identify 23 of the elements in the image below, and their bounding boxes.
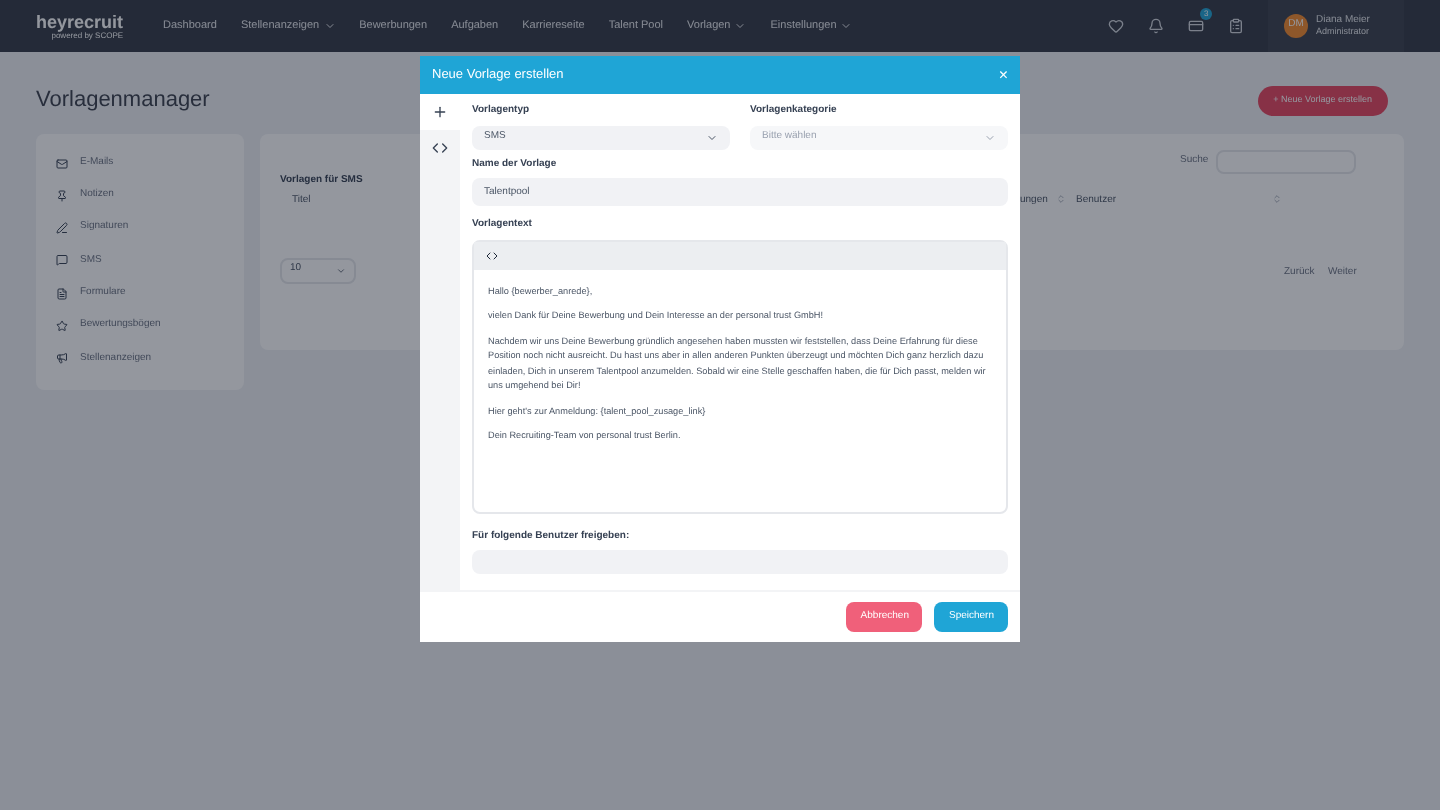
clipboard-icon[interactable] — [1228, 18, 1244, 34]
heart-icon[interactable] — [1108, 18, 1124, 34]
form-icon — [56, 287, 68, 300]
logo[interactable]: heyrecruit — [36, 13, 124, 31]
code-icon[interactable] — [432, 140, 448, 156]
chevron-icon — [984, 131, 996, 143]
sign-icon — [56, 222, 68, 235]
close-button[interactable]: × — [998, 67, 1008, 83]
page-title: Vorlagenmanager — [36, 86, 210, 116]
add-icon[interactable] — [432, 104, 448, 120]
bell-icon[interactable] — [1148, 18, 1164, 34]
chevron-icon — [323, 20, 336, 32]
chevron-icon — [840, 20, 853, 32]
pin-icon — [56, 189, 68, 202]
megaphone-icon — [56, 352, 68, 365]
chevron-icon — [734, 20, 747, 32]
mail-icon — [56, 157, 68, 170]
sms-icon — [56, 254, 68, 267]
source-code-icon[interactable] — [486, 249, 498, 261]
chevron-icon — [336, 265, 346, 275]
chevron-icon — [706, 131, 718, 143]
star-icon — [56, 320, 68, 333]
card-icon[interactable] — [1188, 18, 1204, 34]
